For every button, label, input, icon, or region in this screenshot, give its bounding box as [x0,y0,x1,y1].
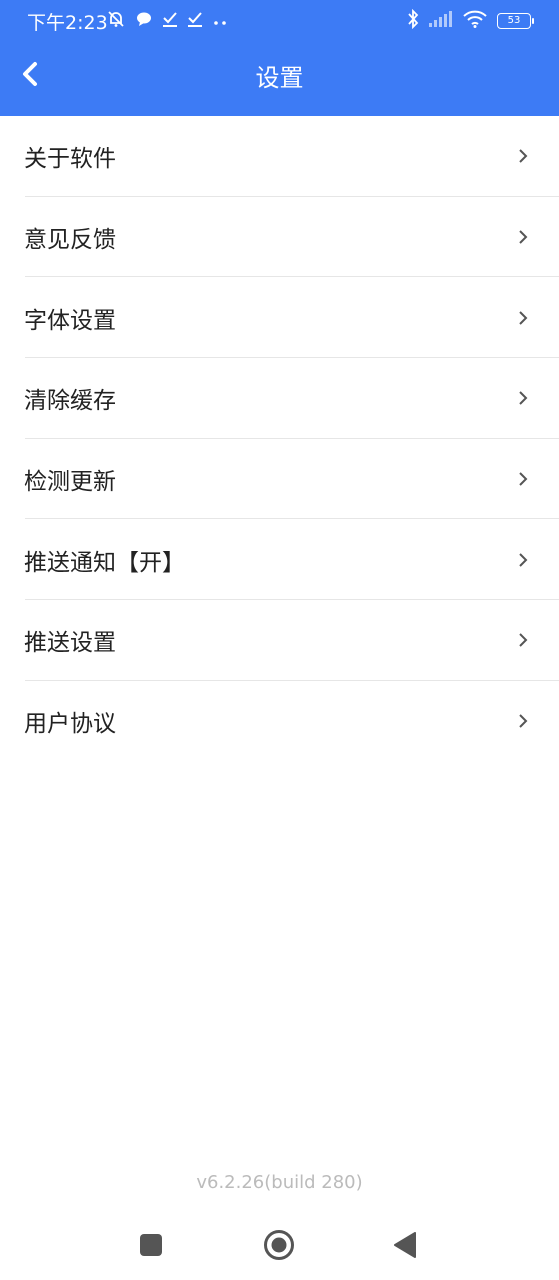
mute-bell-icon [106,9,126,33]
menu-item-push-settings[interactable]: 推送设置 [0,600,559,681]
settings-menu: 关于软件 意见反馈 字体设置 清除缓存 检测更新 推送通知【开】 推送设置 用户… [0,116,559,762]
page-title: 设置 [255,64,304,92]
battery-icon: 53 [497,13,534,29]
system-status-icons: 53 [407,8,534,33]
signal-icon [429,11,453,31]
menu-item-label: 关于软件 [24,146,116,173]
menu-item-label: 推送设置 [24,630,116,657]
chevron-right-icon [519,553,528,567]
chevron-right-icon [519,391,528,406]
chevron-right-icon [519,149,528,164]
app-header: 下午2:23 53 设置 [0,0,559,116]
menu-item-label: 清除缓存 [24,388,116,415]
chevron-right-icon [519,714,528,728]
menu-item-label: 推送通知【开】 [24,549,185,576]
menu-item-feedback[interactable]: 意见反馈 [0,197,559,278]
wifi-icon [463,10,487,32]
back-triangle-icon [394,1232,416,1258]
status-bar: 下午2:23 53 [0,0,559,42]
back-nav-button[interactable] [388,1228,422,1262]
menu-item-label: 检测更新 [24,469,116,496]
check-download-icon [162,10,178,32]
status-time: 下午2:23 [27,12,108,34]
menu-item-label: 意见反馈 [24,227,116,254]
version-label: v6.2.26(build 280) [196,1172,363,1193]
home-icon [264,1230,294,1260]
chevron-right-icon [519,230,528,244]
bluetooth-icon [407,8,419,33]
menu-item-label: 字体设置 [24,307,116,334]
more-dots-icon [212,12,228,31]
menu-item-font-settings[interactable]: 字体设置 [0,277,559,358]
chevron-right-icon [519,633,528,648]
recent-apps-icon [140,1234,162,1256]
menu-item-clear-cache[interactable]: 清除缓存 [0,358,559,439]
menu-item-user-agreement[interactable]: 用户协议 [0,681,559,762]
menu-item-label: 用户协议 [24,711,116,738]
recent-apps-button[interactable] [134,1228,168,1262]
system-nav-bar [0,1218,559,1270]
menu-item-push-notification[interactable]: 推送通知【开】 [0,519,559,600]
chevron-right-icon [519,472,528,486]
chat-bubble-icon [135,10,153,32]
menu-item-about[interactable]: 关于软件 [0,116,559,197]
menu-item-check-update[interactable]: 检测更新 [0,439,559,520]
notification-icons [106,9,228,33]
home-button[interactable] [262,1228,296,1262]
chevron-right-icon [519,311,528,325]
check-download-icon [187,10,203,32]
